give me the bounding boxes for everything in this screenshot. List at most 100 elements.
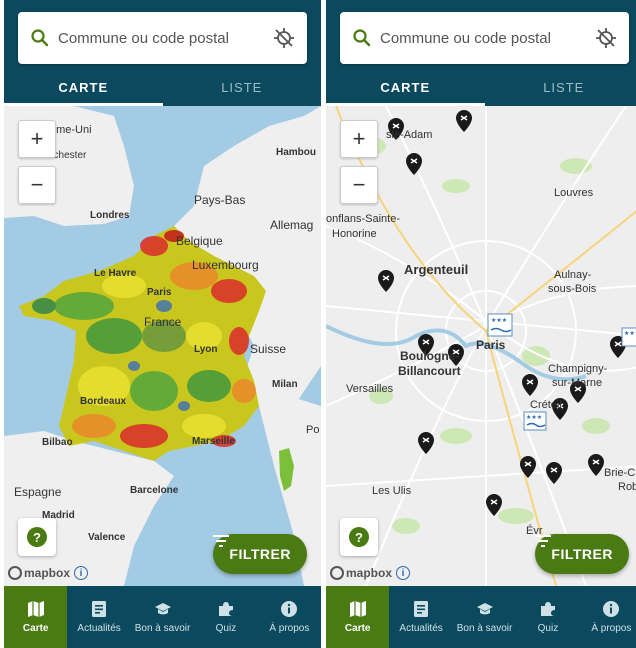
map-france[interactable]: ume-Uni nchester Londres Hambou Pays-Bas… <box>4 106 321 586</box>
puzzle-icon <box>540 602 555 616</box>
info-icon[interactable]: i <box>396 566 411 580</box>
nav-label: Quiz <box>537 623 559 634</box>
label-conflans: onflans-Sainte- <box>326 213 400 225</box>
locate-off-icon[interactable] <box>595 27 617 49</box>
nav-item-actualites[interactable]: Actualités <box>389 586 452 648</box>
zoom-out-button[interactable]: − <box>340 166 378 204</box>
puzzle-icon <box>218 602 233 616</box>
nav-item-carte[interactable]: Carte <box>4 586 68 648</box>
info-circle-icon <box>281 601 298 617</box>
label-brie: Brie-C <box>604 467 635 479</box>
article-icon <box>92 601 107 617</box>
nav-label: À propos <box>269 623 310 634</box>
label-bilbao: Bilbao <box>42 437 73 448</box>
nav-item-quiz[interactable]: Quiz <box>516 586 579 648</box>
graduation-cap-icon <box>154 603 171 615</box>
label-honorine: Honorine <box>332 228 377 240</box>
mapbox-logo-text: mapbox <box>24 566 71 580</box>
help-icon: ? <box>349 527 369 547</box>
mapbox-logo-icon <box>8 566 22 580</box>
bottom-nav: Carte Actualités Bon à savoir Quiz À pro… <box>326 586 636 648</box>
label-argenteuil: Argenteuil <box>404 262 468 277</box>
label-suisse: Suisse <box>250 342 286 356</box>
filter-label: FILTRER <box>551 546 613 562</box>
nav-item-a-propos[interactable]: À propos <box>258 586 321 648</box>
filter-icon <box>213 535 230 547</box>
label-sous-bois: sous-Bois <box>548 283 597 295</box>
label-louvres: Louvres <box>554 187 594 199</box>
locate-off-icon[interactable] <box>273 27 295 49</box>
info-icon[interactable]: i <box>74 566 89 580</box>
nav-label: À propos <box>591 623 632 634</box>
nav-item-bon-a-savoir[interactable]: Bon à savoir <box>453 586 516 648</box>
search-bar[interactable] <box>340 12 629 64</box>
nav-item-a-propos[interactable]: À propos <box>580 586 636 648</box>
label-paysbas: Pays-Bas <box>194 193 245 207</box>
label-les-ulis: Les Ulis <box>372 485 412 497</box>
map-icon <box>349 601 366 617</box>
filter-icon <box>535 535 552 547</box>
search-icon <box>353 29 371 47</box>
nav-label: Actualités <box>77 623 121 634</box>
label-marseille: Marseille <box>192 436 235 447</box>
help-icon: ? <box>27 527 47 547</box>
article-icon <box>414 601 429 617</box>
label-lehavre: Le Havre <box>94 268 137 279</box>
view-tabs: CARTE LISTE <box>326 68 636 106</box>
label-belgique: Belgique <box>176 234 223 248</box>
bottom-nav: Carte Actualités Bon à savoir Quiz À pro… <box>4 586 321 648</box>
help-button[interactable]: ? <box>340 518 378 556</box>
label-po: Po <box>306 424 319 436</box>
info-circle-icon <box>603 601 620 617</box>
map-paris[interactable]: ★★★ ★★★ ★★★ sle-Adam Louvres onflans-Sai… <box>326 106 636 586</box>
screens: CARTE LISTE <box>0 0 636 648</box>
zoom-out-button[interactable]: − <box>18 166 56 204</box>
label-espagne: Espagne <box>14 485 62 499</box>
filter-button[interactable]: FILTRER <box>535 534 629 574</box>
label-paris: Paris <box>147 287 172 298</box>
tab-carte[interactable]: CARTE <box>326 68 485 106</box>
filter-button[interactable]: FILTRER <box>213 534 307 574</box>
label-bordeaux: Bordeaux <box>80 396 127 407</box>
app-header: CARTE LISTE <box>4 0 321 106</box>
label-boulogne: Boulogne- <box>400 349 459 363</box>
label-lyon: Lyon <box>194 344 218 355</box>
phone-left: CARTE LISTE <box>4 0 321 648</box>
label-billancourt: Billancourt <box>398 364 461 378</box>
search-bar[interactable] <box>18 12 307 64</box>
tab-liste[interactable]: LISTE <box>163 68 322 106</box>
app-header: CARTE LISTE <box>326 0 636 106</box>
label-uk: ume-Uni <box>50 124 92 136</box>
zoom-in-button[interactable]: + <box>340 120 378 158</box>
nav-label: Bon à savoir <box>456 623 513 634</box>
nav-item-bon-a-savoir[interactable]: Bon à savoir <box>131 586 194 648</box>
nav-item-actualites[interactable]: Actualités <box>67 586 130 648</box>
label-sur-marne: sur-Marne <box>552 377 602 389</box>
nav-label: Bon à savoir <box>134 623 191 634</box>
mapbox-logo-text: mapbox <box>346 566 393 580</box>
label-isle-adam: sle-Adam <box>386 129 432 141</box>
search-input[interactable] <box>380 29 595 47</box>
label-luxembourg: Luxembourg <box>192 258 259 272</box>
label-allemagne: Allemag <box>270 218 313 232</box>
label-milan: Milan <box>272 379 298 390</box>
nav-item-quiz[interactable]: Quiz <box>194 586 257 648</box>
phone-right: CARTE LISTE <box>326 0 636 648</box>
mapbox-attribution[interactable]: mapbox i <box>8 566 89 580</box>
label-creteil: Créteil <box>530 399 562 411</box>
label-barcelone: Barcelone <box>130 485 179 496</box>
mapbox-attribution[interactable]: mapbox i <box>330 566 411 580</box>
svg-text:★★★: ★★★ <box>624 330 636 337</box>
label-champigny: Champigny- <box>548 363 608 375</box>
zoom-in-button[interactable]: + <box>18 120 56 158</box>
tab-carte[interactable]: CARTE <box>4 68 163 106</box>
nav-label: Carte <box>22 623 49 634</box>
search-input[interactable] <box>58 29 273 47</box>
label-hambourg: Hambou <box>276 147 316 158</box>
tab-liste[interactable]: LISTE <box>485 68 636 106</box>
help-button[interactable]: ? <box>18 518 56 556</box>
nav-item-carte[interactable]: Carte <box>326 586 390 648</box>
nav-label: Quiz <box>215 623 237 634</box>
label-londres: Londres <box>90 210 130 221</box>
label-france: France <box>144 315 182 329</box>
